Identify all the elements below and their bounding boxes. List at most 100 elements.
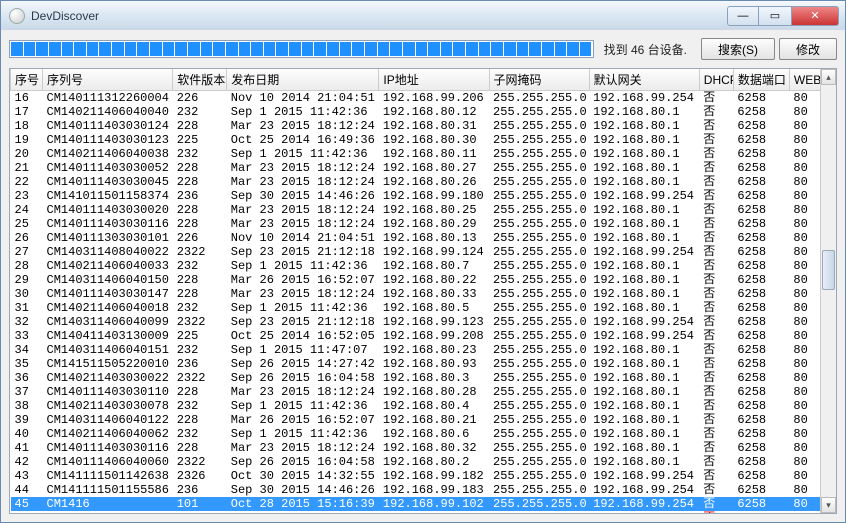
cell-gw: 192.168.80.1 [589,399,699,413]
cell-ip: 192.168.99.124 [379,245,489,259]
cell-gw: 192.168.99.254 [589,329,699,343]
column-header[interactable]: 数据端口 [733,69,789,91]
column-header[interactable]: 软件版本 [173,69,227,91]
column-header[interactable]: 子网掩码 [489,69,589,91]
table-row[interactable]: 16CM140111312260004226Nov 10 2014 21:04:… [11,91,836,106]
table-row[interactable]: 22CM140111403030045228Mar 23 2015 18:12:… [11,175,836,189]
cell-sn: CM140111403030147 [43,287,173,301]
cell-ip: 192.168.99.123 [379,315,489,329]
cell-no: 46 [11,511,43,514]
cell-sn: CM140211406040062 [43,427,173,441]
cell-mask: 255.255.255.0 [489,189,589,203]
cell-dhcp: 否 [699,427,733,441]
cell-gw: 192.168.99.254 [589,189,699,203]
cell-ver: 232 [173,259,227,273]
cell-sn: CM1416 [43,497,173,511]
table-row[interactable]: 28CM140211406040033232Sep 1 2015 11:42:3… [11,259,836,273]
cell-ver: 228 [173,217,227,231]
cell-gw: 192.168.80.1 [589,133,699,147]
table-row[interactable]: 25CM140111403030116228Mar 23 2015 18:12:… [11,217,836,231]
table-row[interactable]: 37CM140111403030110228Mar 23 2015 18:12:… [11,385,836,399]
cell-ip: 192.168.80.21 [379,413,489,427]
cell-dhcp: 否 [699,161,733,175]
cell-gw: 192.168.80.1 [589,343,699,357]
cell-mask: 255.255.255.0 [489,91,589,106]
minimize-button[interactable]: — [727,6,759,26]
cell-dhcp: 否 [699,385,733,399]
table-row[interactable]: 44CM141111501155586236Sep 30 2015 14:46:… [11,483,836,497]
cell-no: 31 [11,301,43,315]
cell-ip: 192.168.80.12 [379,105,489,119]
cell-dport: 6258 [733,343,789,357]
cell-date: Sep 23 2015 21:12:18 [227,315,379,329]
table-row[interactable]: 29CM140311406040150228Mar 26 2015 16:52:… [11,273,836,287]
cell-mask: 255.255.255.0 [489,329,589,343]
cell-mask: 255.255.255.0 [489,231,589,245]
table-row[interactable]: 43CM1411115011426382326Oct 30 2015 14:32… [11,469,836,483]
cell-date: Sep 23 2015 21:12:18 [227,245,379,259]
cell-dhcp: 否 [699,105,733,119]
table-row[interactable]: 42CM1401114060400602322Sep 26 2015 16:04… [11,455,836,469]
cell-no: 35 [11,357,43,371]
table-row[interactable]: 21CM140111403030052228Mar 23 2015 18:12:… [11,161,836,175]
cell-dport: 6258 [733,301,789,315]
cell-mask: 255.255.255.0 [489,133,589,147]
close-button[interactable]: ✕ [791,6,839,26]
cell-sn: CM140111403030110 [43,385,173,399]
search-button[interactable]: 搜索(S) [701,38,775,60]
table-row[interactable]: 31CM140211406040018232Sep 1 2015 11:42:3… [11,301,836,315]
table-row[interactable]: 39CM140311406040122228Mar 26 2015 16:52:… [11,413,836,427]
cell-mask: 255.255.255.0 [489,399,589,413]
cell-dport: 6258 [733,147,789,161]
cell-ver: 232 [173,427,227,441]
table-row[interactable]: 34CM140311406040151232Sep 1 2015 11:47:0… [11,343,836,357]
cell-no: 21 [11,161,43,175]
cell-dhcp: 否 [699,175,733,189]
table-row[interactable]: 26CM140111303030101226Nov 10 2014 21:04:… [11,231,836,245]
table-row[interactable]: 27CM1403114080400222322Sep 23 2015 21:12… [11,245,836,259]
table-row[interactable]: 24CM140111403030020228Mar 23 2015 18:12:… [11,203,836,217]
cell-dport: 6258 [733,245,789,259]
table-row[interactable]: 30CM140111403030147228Mar 23 2015 18:12:… [11,287,836,301]
device-grid[interactable]: 序号序列号软件版本发布日期IP地址子网掩码默认网关DHCP数据端口WEB端口 1… [9,68,837,514]
scroll-track[interactable] [821,85,836,497]
vertical-scrollbar[interactable]: ▴ ▾ [820,69,836,513]
cell-date: Sep 1 2015 11:42:36 [227,259,379,273]
scroll-thumb[interactable] [822,250,835,290]
cell-sn: CM141111501142638 [43,469,173,483]
cell-no: 20 [11,147,43,161]
cell-dhcp: 否 [699,301,733,315]
cell-ip: 192.168.80.135 [379,511,489,514]
table-row[interactable]: 23CM141011501158374236Sep 30 2015 14:46:… [11,189,836,203]
table-row[interactable]: 41CM140111403030116228Mar 23 2015 18:12:… [11,441,836,455]
table-row[interactable]: 17CM140211406040040232Sep 1 2015 11:42:3… [11,105,836,119]
table-row[interactable]: 45CM1416101Oct 28 2015 15:16:39192.168.9… [11,497,836,511]
table-row[interactable]: 19CM140111403030123225Oct 25 2014 16:49:… [11,133,836,147]
table-row[interactable]: 40CM140211406040062232Sep 1 2015 11:42:3… [11,427,836,441]
column-header[interactable]: DHCP [699,69,733,91]
column-header[interactable]: 发布日期 [227,69,379,91]
column-header[interactable]: 序号 [11,69,43,91]
cell-mask: 255.255.255.0 [489,315,589,329]
cell-dhcp: 否 [699,133,733,147]
modify-button[interactable]: 修改 [779,38,837,60]
table-row[interactable]: 36CM1402114030300222322Sep 26 2015 16:04… [11,371,836,385]
titlebar[interactable]: DevDiscover — ▭ ✕ [0,0,846,30]
table-row[interactable]: 38CM140211403030078232Sep 1 2015 11:42:3… [11,399,836,413]
table-row[interactable]: 35CM141511505220010236Sep 26 2015 14:27:… [11,357,836,371]
table-row[interactable]: 20CM140211406040038232Sep 1 2015 11:42:3… [11,147,836,161]
column-header[interactable]: 序列号 [43,69,173,91]
column-header[interactable]: IP地址 [379,69,489,91]
window-title: DevDiscover [31,9,727,23]
cell-dhcp: 否 [699,483,733,497]
scroll-down-arrow[interactable]: ▾ [821,497,836,513]
column-header[interactable]: 默认网关 [589,69,699,91]
scroll-up-arrow[interactable]: ▴ [821,69,836,85]
table-row[interactable]: 18CM140111403030124228Mar 23 2015 18:12:… [11,119,836,133]
maximize-button[interactable]: ▭ [759,6,791,26]
table-row[interactable]: 46CM1503101Oct 27 2015 16:51:29192.168.8… [11,511,836,514]
cell-no: 34 [11,343,43,357]
cell-dhcp: 否 [699,441,733,455]
table-row[interactable]: 33CM140411403130009225Oct 25 2014 16:52:… [11,329,836,343]
table-row[interactable]: 32CM1403114060400992322Sep 23 2015 21:12… [11,315,836,329]
